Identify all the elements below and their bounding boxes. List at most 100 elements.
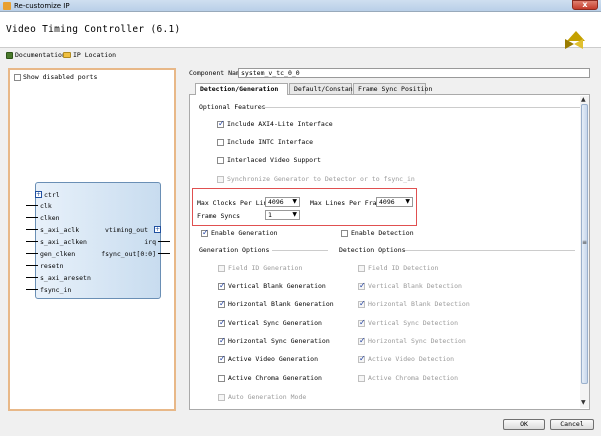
tab-default-constant[interactable]: Default/Constant [289, 83, 357, 94]
folder-icon [63, 52, 71, 58]
synchronize-generator-checkbox: Synchronize Generator to Detector or to … [217, 175, 415, 183]
generation-options-heading: Generation Options [199, 246, 270, 254]
field-id-generation-checkbox: Field ID Generation [218, 264, 302, 272]
pin-line [26, 289, 38, 290]
checkbox-label: Vertical Blank Detection [368, 282, 462, 290]
interlaced-video-checkbox[interactable]: Interlaced Video Support [217, 156, 321, 164]
checkbox-box [358, 336, 366, 345]
cancel-button[interactable]: Cancel [550, 419, 594, 430]
checkbox-box[interactable] [217, 119, 225, 128]
horizontal-sync-generation-checkbox[interactable]: Horizontal Sync Generation [218, 336, 330, 345]
horizontal-blank-detection-checkbox: Horizontal Blank Detection [358, 299, 470, 308]
symbol-panel: Show disabled ports + ctrl clk clken s_a… [8, 68, 176, 411]
component-name-input[interactable]: system_v_tc_0_0 [238, 68, 590, 78]
frame-syncs-value: 1 [268, 211, 272, 219]
documentation-link[interactable]: Documentation [6, 51, 66, 59]
checkbox-label: Synchronize Generator to Detector or to … [227, 175, 415, 183]
vtiming-bus-expand-icon[interactable]: + [154, 226, 161, 233]
active-video-generation-checkbox[interactable]: Active Video Generation [218, 354, 318, 363]
close-button[interactable]: x [572, 0, 598, 10]
checkbox-box[interactable] [217, 138, 224, 146]
checkbox-box [218, 393, 225, 401]
component-name-row: Component Name [189, 69, 244, 77]
checkbox-label: Vertical Sync Generation [228, 319, 322, 327]
max-clocks-label: Max Clocks Per Line [197, 199, 272, 207]
port-fsync-out: fsync_out[0:0] [101, 250, 156, 258]
checkbox-label: Enable Detection [351, 229, 414, 237]
enable-detection-checkbox[interactable]: Enable Detection [341, 229, 414, 237]
auto-generation-mode-checkbox: Auto Generation Mode [218, 393, 306, 401]
checkbox-box[interactable] [218, 354, 226, 363]
field-id-detection-checkbox: Field ID Detection [358, 264, 438, 272]
show-disabled-ports-checkbox[interactable]: Show disabled ports [14, 73, 97, 81]
port-s-axi-aresetn: s_axi_aresetn [40, 274, 91, 282]
component-name-label: Component Name [189, 69, 244, 77]
pin-line [26, 253, 38, 254]
checkbox-label: Auto Generation Mode [228, 393, 307, 401]
checkbox-box[interactable] [218, 336, 226, 345]
active-chroma-generation-checkbox[interactable]: Active Chroma Generation [218, 374, 322, 382]
checkbox-label: Horizontal Blank Generation [228, 300, 334, 308]
pin-line [26, 277, 38, 278]
vertical-sync-generation-checkbox[interactable]: Vertical Sync Generation [218, 318, 322, 327]
port-s-axi-aclken: s_axi_aclken [40, 238, 87, 246]
include-intc-checkbox[interactable]: Include INTC Interface [217, 138, 313, 146]
chevron-down-icon: ▼ [292, 211, 297, 218]
max-clocks-select[interactable]: 4096 ▼ [265, 197, 300, 207]
ip-symbol-block: + ctrl clk clken s_axi_aclk s_axi_aclken… [26, 182, 170, 299]
divider [260, 107, 580, 108]
checkbox-label: Field ID Detection [368, 264, 439, 272]
ip-location-link[interactable]: IP Location [63, 51, 116, 59]
scroll-down-icon[interactable]: ▼ [581, 399, 586, 406]
checkbox-label: Include AXI4-Lite Interface [227, 120, 333, 128]
checkbox-box[interactable] [14, 73, 21, 81]
window-title: Re-customize IP [14, 2, 70, 10]
horizontal-sync-detection-checkbox: Horizontal Sync Detection [358, 336, 466, 345]
checkbox-box [217, 175, 224, 183]
max-lines-label: Max Lines Per Frame [310, 199, 385, 207]
optional-features-heading: Optional Features [199, 103, 266, 111]
max-lines-select[interactable]: 4096 ▼ [376, 197, 413, 207]
horizontal-blank-generation-checkbox[interactable]: Horizontal Blank Generation [218, 299, 334, 308]
checkbox-label: Active Video Detection [368, 355, 455, 363]
port-clken: clken [40, 214, 60, 222]
ctrl-bus-expand-icon[interactable]: + [35, 191, 42, 198]
pin-line [26, 217, 38, 218]
checkbox-box[interactable] [201, 228, 209, 237]
include-axi4-lite-checkbox[interactable]: Include AXI4-Lite Interface [217, 119, 333, 128]
pin-line [158, 241, 170, 242]
checkbox-label: Field ID Generation [228, 264, 303, 272]
port-fsync-in: fsync_in [40, 286, 72, 294]
grip-icon: ≡ [582, 239, 588, 246]
enable-generation-checkbox[interactable]: Enable Generation [201, 228, 278, 237]
checkbox-box[interactable] [217, 156, 224, 164]
checkbox-box[interactable] [218, 318, 226, 327]
checkbox-label: Active Chroma Detection [368, 374, 459, 382]
scrollbar-thumb[interactable]: ≡ [581, 104, 588, 384]
ok-button[interactable]: OK [503, 419, 545, 430]
scroll-up-icon[interactable]: ▲ [581, 96, 586, 103]
chevron-down-icon: ▼ [292, 198, 297, 205]
frame-settings-group: Max Clocks Per Line 4096 ▼ Max Lines Per … [192, 188, 417, 226]
port-gen-clken: gen_clken [40, 250, 76, 258]
tab-detection-generation[interactable]: Detection/Generation [195, 83, 288, 95]
checkbox-box[interactable] [218, 299, 226, 308]
checkbox-box[interactable] [218, 281, 226, 290]
checkbox-box[interactable] [341, 229, 348, 237]
checkbox-box [218, 264, 225, 272]
doc-bar: Documentation IP Location [0, 48, 601, 62]
checkbox-box [358, 264, 365, 272]
vertical-blank-generation-checkbox[interactable]: Vertical Blank Generation [218, 281, 326, 290]
checkbox-box[interactable] [218, 374, 225, 382]
checkbox-box [358, 318, 366, 327]
vertical-sync-detection-checkbox: Vertical Sync Detection [358, 318, 458, 327]
tab-frame-sync-position[interactable]: Frame Sync Position [353, 83, 432, 94]
active-video-detection-checkbox: Active Video Detection [358, 354, 455, 363]
pin-line [158, 253, 170, 254]
frame-syncs-select[interactable]: 1 ▼ [265, 210, 300, 220]
port-irq: irq [144, 238, 156, 246]
port-vtiming-out: vtiming_out [104, 226, 148, 234]
frame-syncs-label: Frame Syncs [197, 212, 241, 220]
port-ctrl: ctrl [44, 191, 60, 199]
page-title: Video Timing Controller (6.1) [6, 24, 181, 35]
